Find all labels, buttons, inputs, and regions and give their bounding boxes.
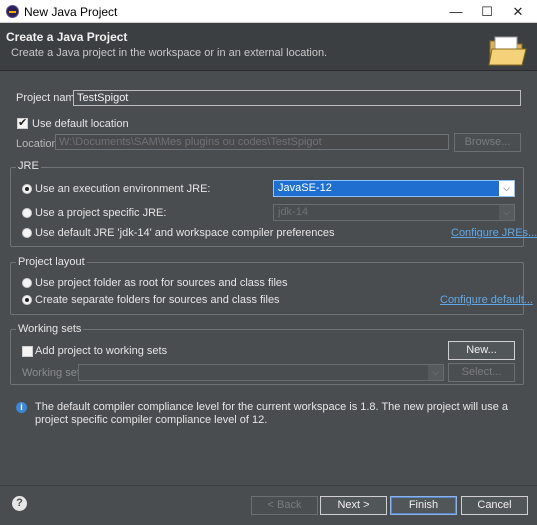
project-name-input[interactable]: TestSpigot: [73, 90, 521, 106]
use-default-location-label: Use default location: [32, 118, 129, 130]
new-working-set-button[interactable]: New...: [448, 341, 515, 360]
configure-default-link[interactable]: Configure default...: [440, 294, 533, 306]
project-specific-jre-select[interactable]: jdk-14 ⌵: [273, 204, 515, 221]
minimize-icon[interactable]: —: [441, 0, 471, 23]
chevron-down-icon: ⌵: [499, 181, 514, 196]
wizard-title: Create a Java Project: [6, 30, 128, 44]
browse-button[interactable]: Browse...: [454, 133, 521, 152]
add-to-working-sets-label: Add project to working sets: [35, 345, 168, 357]
execution-env-select[interactable]: JavaSE-12 ⌵: [273, 180, 515, 197]
location-input[interactable]: W:\Documents\SAM\Mes plugins ou codes\Te…: [55, 134, 449, 150]
maximize-icon[interactable]: ☐: [472, 0, 502, 23]
chevron-down-icon: ⌵: [428, 365, 443, 380]
select-working-sets-button[interactable]: Select...: [448, 363, 515, 382]
jre-default-label: Use default JRE 'jdk-14' and workspace c…: [35, 227, 335, 239]
jre-project-specific-label: Use a project specific JRE:: [35, 207, 167, 219]
info-icon: i: [16, 402, 27, 413]
compliance-info-message: The default compiler compliance level fo…: [35, 401, 509, 426]
eclipse-app-icon: [6, 5, 19, 18]
working-sets-group-title: Working sets: [16, 323, 84, 335]
window-title: New Java Project: [24, 5, 118, 19]
jre-execution-env-radio[interactable]: [22, 184, 32, 194]
next-button[interactable]: Next >: [320, 496, 387, 515]
jre-execution-env-label: Use an execution environment JRE:: [35, 183, 211, 195]
jre-group-title: JRE: [16, 160, 41, 172]
footer-separator: [0, 485, 537, 486]
close-icon[interactable]: ✕: [503, 0, 533, 23]
title-bar: New Java Project — ☐ ✕: [0, 0, 537, 23]
use-default-location-checkbox[interactable]: [17, 116, 28, 129]
working-sets-select[interactable]: ⌵: [78, 364, 444, 381]
layout-project-root-label: Use project folder as root for sources a…: [35, 277, 288, 289]
jre-default-radio[interactable]: [22, 228, 32, 238]
project-specific-jre-value: jdk-14: [278, 206, 308, 218]
back-button[interactable]: < Back: [251, 496, 318, 515]
execution-env-value: JavaSE-12: [278, 182, 332, 194]
help-icon[interactable]: ?: [12, 496, 27, 511]
cancel-button[interactable]: Cancel: [461, 496, 528, 515]
location-label: Location:: [16, 138, 61, 150]
configure-jres-link[interactable]: Configure JREs...: [451, 227, 537, 239]
add-to-working-sets-checkbox[interactable]: [22, 346, 33, 357]
finish-button[interactable]: Finish: [390, 496, 457, 515]
project-layout-group-title: Project layout: [16, 256, 87, 268]
chevron-down-icon: ⌵: [499, 205, 514, 220]
wizard-header: Create a Java Project Create a Java proj…: [0, 23, 537, 71]
open-folder-icon: [488, 36, 527, 66]
jre-project-specific-radio[interactable]: [22, 208, 32, 218]
layout-separate-folders-radio[interactable]: [22, 295, 32, 305]
layout-separate-folders-label: Create separate folders for sources and …: [35, 294, 280, 306]
layout-project-root-radio[interactable]: [22, 278, 32, 288]
wizard-description: Create a Java project in the workspace o…: [11, 47, 328, 59]
